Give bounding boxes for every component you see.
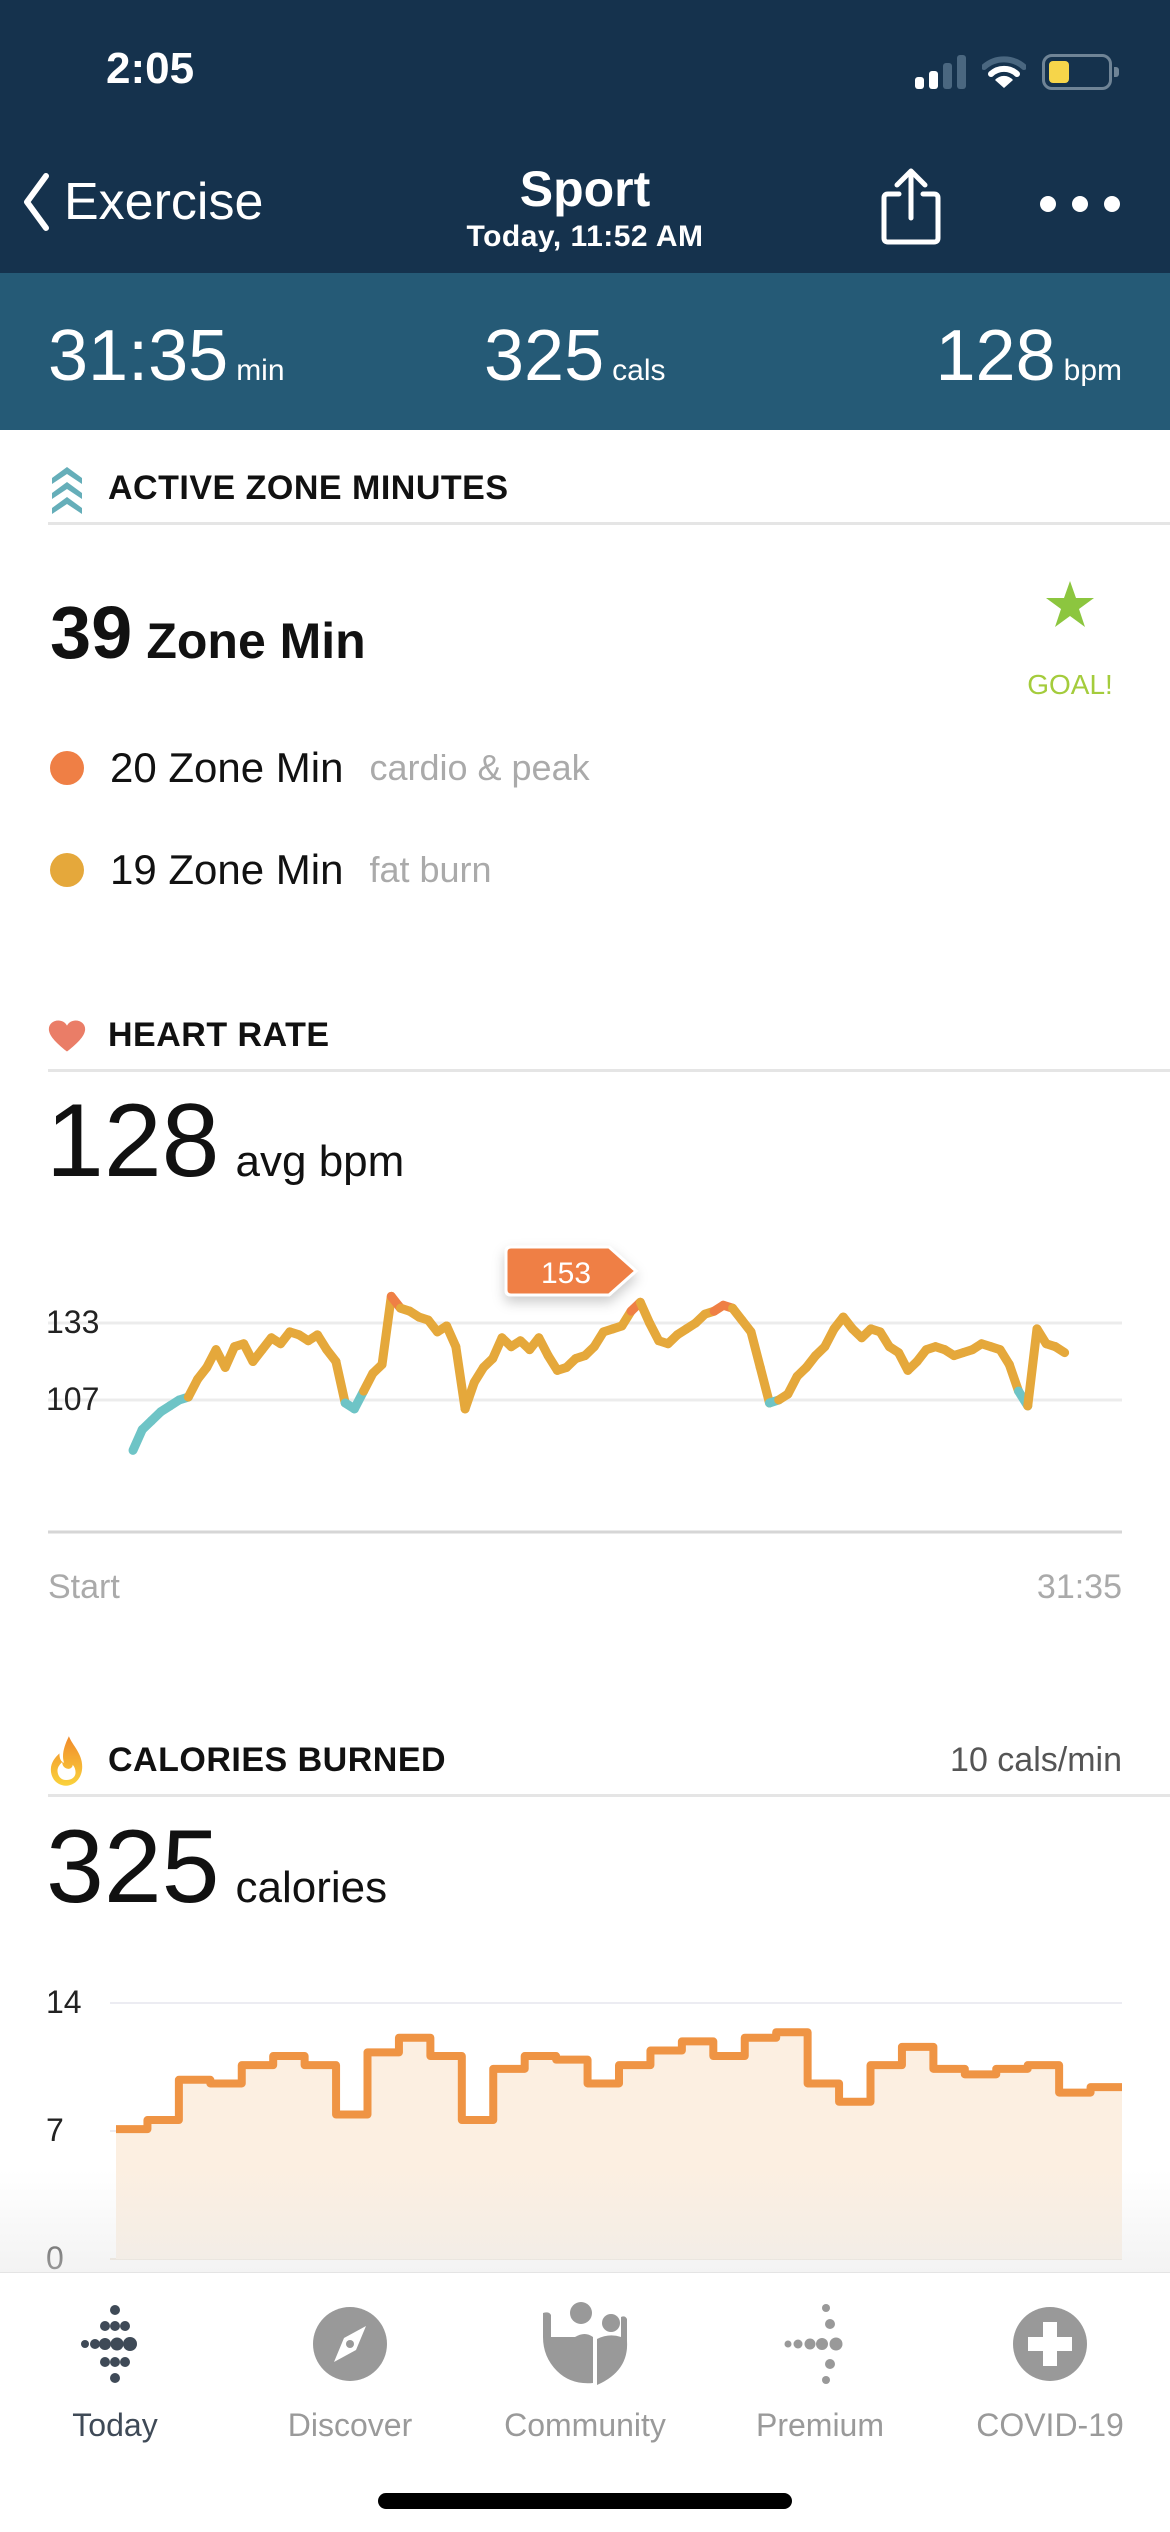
share-button[interactable] [880, 166, 942, 251]
zone-value: 20 Zone Min [110, 744, 344, 791]
calories-unit: cals [612, 354, 666, 387]
y-tick-107: 107 [46, 1381, 100, 1417]
avg-bpm-stat: 128 avg bpm [46, 1082, 404, 1201]
heart-rate-unit: bpm [1063, 354, 1122, 387]
heart-icon [48, 1012, 86, 1060]
tab-label: Premium [755, 2407, 884, 2443]
battery-icon [1042, 54, 1119, 90]
tooltip-value: 153 [541, 1257, 591, 1290]
calories-chart [110, 2002, 1122, 2260]
cardio-dot-icon [50, 751, 84, 785]
zone-minutes-total: 39 Zone Min [50, 590, 366, 675]
status-icons [915, 54, 1119, 90]
zone-row-fatburn: 19 Zone Min fat burn [50, 846, 492, 894]
fitbit-dots-icon [5, 2299, 225, 2389]
avg-bpm-unit: avg bpm [235, 1137, 405, 1186]
goal-badge: GOAL! [1010, 570, 1130, 701]
tab-community[interactable]: Community [475, 2299, 695, 2444]
calories-title: CALORIES BURNED [108, 1741, 447, 1779]
avg-bpm-value: 128 [46, 1083, 220, 1199]
star-icon [1046, 581, 1094, 627]
duration-value: 31:35 [48, 316, 229, 396]
calories-rate: 10 cals/min [950, 1741, 1122, 1779]
hr-segment [377, 1291, 396, 1369]
calories-header: CALORIES BURNED 10 cals/min [48, 1727, 1170, 1797]
tab-label: COVID-19 [976, 2407, 1124, 2443]
tab-label: Community [504, 2407, 666, 2443]
status-time: 2:05 [106, 44, 195, 93]
x-end-label: 31:35 [1036, 1568, 1122, 1606]
more-dot [1040, 196, 1056, 212]
calories-total-unit: calories [235, 1863, 388, 1912]
tab-label: Today [72, 2407, 158, 2443]
tab-premium[interactable]: Premium [710, 2299, 930, 2444]
community-icon [475, 2299, 695, 2389]
calories-total-stat: 325 calories [46, 1808, 387, 1927]
y-tick-133: 133 [46, 1304, 100, 1340]
cell-signal-icon [915, 55, 966, 89]
hr-segment [746, 1327, 765, 1372]
zone-label: fat burn [369, 849, 492, 890]
hr-segment [1023, 1324, 1042, 1411]
active-zone-title: ACTIVE ZONE MINUTES [108, 469, 509, 507]
cal-y-tick-7: 7 [46, 2112, 64, 2148]
tab-label: Discover [287, 2407, 413, 2443]
tab-today[interactable]: Today [5, 2299, 225, 2444]
tab-discover[interactable]: Discover [240, 2299, 460, 2444]
fatburn-dot-icon [50, 853, 84, 887]
duration-unit: min [236, 354, 285, 387]
calories-value: 325 [484, 316, 605, 396]
heart-rate-stat: 128 bpm [936, 315, 1123, 397]
calories-total-value: 325 [46, 1809, 220, 1925]
app-header: 2:05 Exercise Sport Today, 11:52 AM [0, 0, 1170, 273]
peak-tooltip: 153 [504, 1245, 639, 1297]
nav-bar: Exercise Sport Today, 11:52 AM [0, 160, 1170, 260]
zone-minutes-unit: Zone Min [146, 613, 366, 669]
more-button[interactable] [1040, 196, 1120, 212]
page-title: Sport [519, 161, 651, 217]
flame-icon [48, 1735, 86, 1786]
more-dot [1104, 196, 1120, 212]
more-dot [1072, 196, 1088, 212]
compass-icon [240, 2299, 460, 2389]
summary-strip: 31:35 min 325 cals 128 bpm [0, 273, 1170, 430]
x-start-label: Start [48, 1568, 120, 1606]
heart-rate-title: HEART RATE [108, 1016, 330, 1054]
hr-segment [1050, 1342, 1070, 1358]
chevrons-up-icon [48, 465, 86, 514]
heart-rate-header: HEART RATE [48, 1002, 1170, 1072]
wifi-icon [982, 56, 1026, 88]
tab-covid[interactable]: COVID-19 [940, 2299, 1160, 2444]
active-zone-header: ACTIVE ZONE MINUTES [48, 455, 1170, 525]
page-subtitle: Today, 11:52 AM [466, 220, 704, 253]
heart-rate-value: 128 [935, 316, 1056, 396]
plus-circle-icon [940, 2299, 1160, 2389]
zone-label: cardio & peak [369, 747, 590, 788]
duration-stat: 31:35 min [48, 315, 285, 397]
share-icon [881, 168, 941, 245]
title-block: Sport Today, 11:52 AM [0, 160, 1170, 254]
cal-y-tick-14: 14 [46, 1984, 82, 2020]
hr-segment [331, 1357, 350, 1408]
calories-stat: 325 cals [484, 315, 666, 397]
zone-row-cardio: 20 Zone Min cardio & peak [50, 744, 590, 792]
premium-dots-icon [710, 2299, 930, 2389]
home-indicator[interactable] [378, 2493, 792, 2509]
zone-value: 19 Zone Min [110, 846, 344, 893]
heart-rate-chart: 153 [48, 1245, 1122, 1534]
hr-segment [755, 1362, 774, 1408]
zone-minutes-value: 39 [50, 591, 133, 674]
goal-label: GOAL! [1027, 669, 1113, 700]
